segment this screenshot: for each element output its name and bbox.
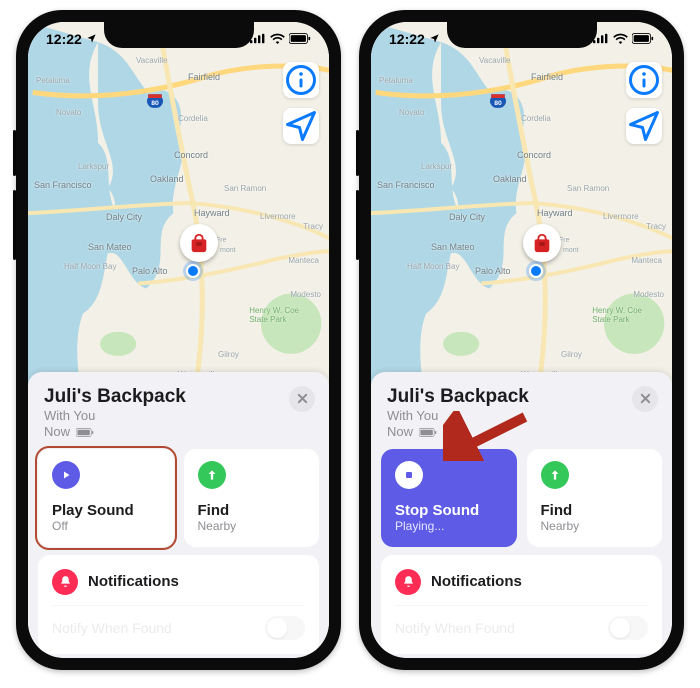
status-time: 12:22	[389, 31, 425, 47]
svg-text:80: 80	[151, 100, 159, 107]
find-title: Find	[198, 502, 306, 519]
notify-when-found-toggle[interactable]	[608, 616, 648, 640]
notifications-header: Notifications	[431, 573, 522, 590]
map-locate-button[interactable]	[626, 108, 662, 144]
play-sound-card[interactable]: Play Sound Off	[38, 449, 174, 547]
map-locate-button[interactable]	[283, 108, 319, 144]
location-services-icon	[86, 31, 97, 47]
play-sound-icon	[52, 461, 80, 489]
wifi-icon	[270, 31, 285, 47]
find-card[interactable]: Find Nearby	[184, 449, 320, 547]
find-subtitle: Nearby	[198, 519, 306, 533]
item-subtitle-time: Now	[387, 424, 413, 439]
svg-text:80: 80	[494, 100, 502, 107]
battery-icon	[632, 31, 654, 47]
notifications-card: Notifications Notify When Found	[381, 555, 662, 654]
bell-icon	[395, 569, 421, 595]
notify-when-found-toggle[interactable]	[265, 616, 305, 640]
item-marker[interactable]	[180, 224, 218, 262]
item-subtitle-location: With You	[387, 408, 438, 423]
location-services-icon	[429, 31, 440, 47]
play-sound-title: Stop Sound	[395, 502, 503, 519]
item-detail-sheet[interactable]: Juli's Backpack With You Now	[28, 372, 329, 658]
item-subtitle-time: Now	[44, 424, 70, 439]
notifications-header: Notifications	[88, 573, 179, 590]
find-icon	[198, 461, 226, 489]
item-title: Juli's Backpack	[44, 386, 186, 408]
find-card[interactable]: Find Nearby	[527, 449, 663, 547]
highway-shield-icon: 80	[489, 92, 507, 110]
play-sound-title: Play Sound	[52, 502, 160, 519]
user-location-dot	[529, 264, 543, 278]
bell-icon	[52, 569, 78, 595]
item-title: Juli's Backpack	[387, 386, 529, 408]
close-button[interactable]	[632, 386, 658, 412]
map-info-button[interactable]	[626, 62, 662, 98]
item-marker[interactable]	[523, 224, 561, 262]
notifications-card: Notifications Notify When Found	[38, 555, 319, 654]
find-icon	[541, 461, 569, 489]
status-time: 12:22	[46, 31, 82, 47]
notify-when-found-label: Notify When Found	[395, 620, 515, 636]
map-info-button[interactable]	[283, 62, 319, 98]
item-battery-icon	[419, 425, 437, 441]
play-sound-subtitle: Playing...	[395, 519, 503, 533]
highway-shield-icon: 80	[146, 92, 164, 110]
stop-sound-card[interactable]: Stop Sound Playing...	[381, 449, 517, 547]
battery-icon	[289, 31, 311, 47]
item-battery-icon	[76, 425, 94, 441]
close-button[interactable]	[289, 386, 315, 412]
wifi-icon	[613, 31, 628, 47]
find-title: Find	[541, 502, 649, 519]
user-location-dot	[186, 264, 200, 278]
item-detail-sheet[interactable]: Juli's Backpack With You Now	[371, 372, 672, 658]
item-subtitle-location: With You	[44, 408, 95, 423]
notify-when-found-label: Notify When Found	[52, 620, 172, 636]
find-subtitle: Nearby	[541, 519, 649, 533]
stop-sound-icon	[395, 461, 423, 489]
play-sound-subtitle: Off	[52, 519, 160, 533]
tutorial-highlight	[35, 446, 177, 550]
